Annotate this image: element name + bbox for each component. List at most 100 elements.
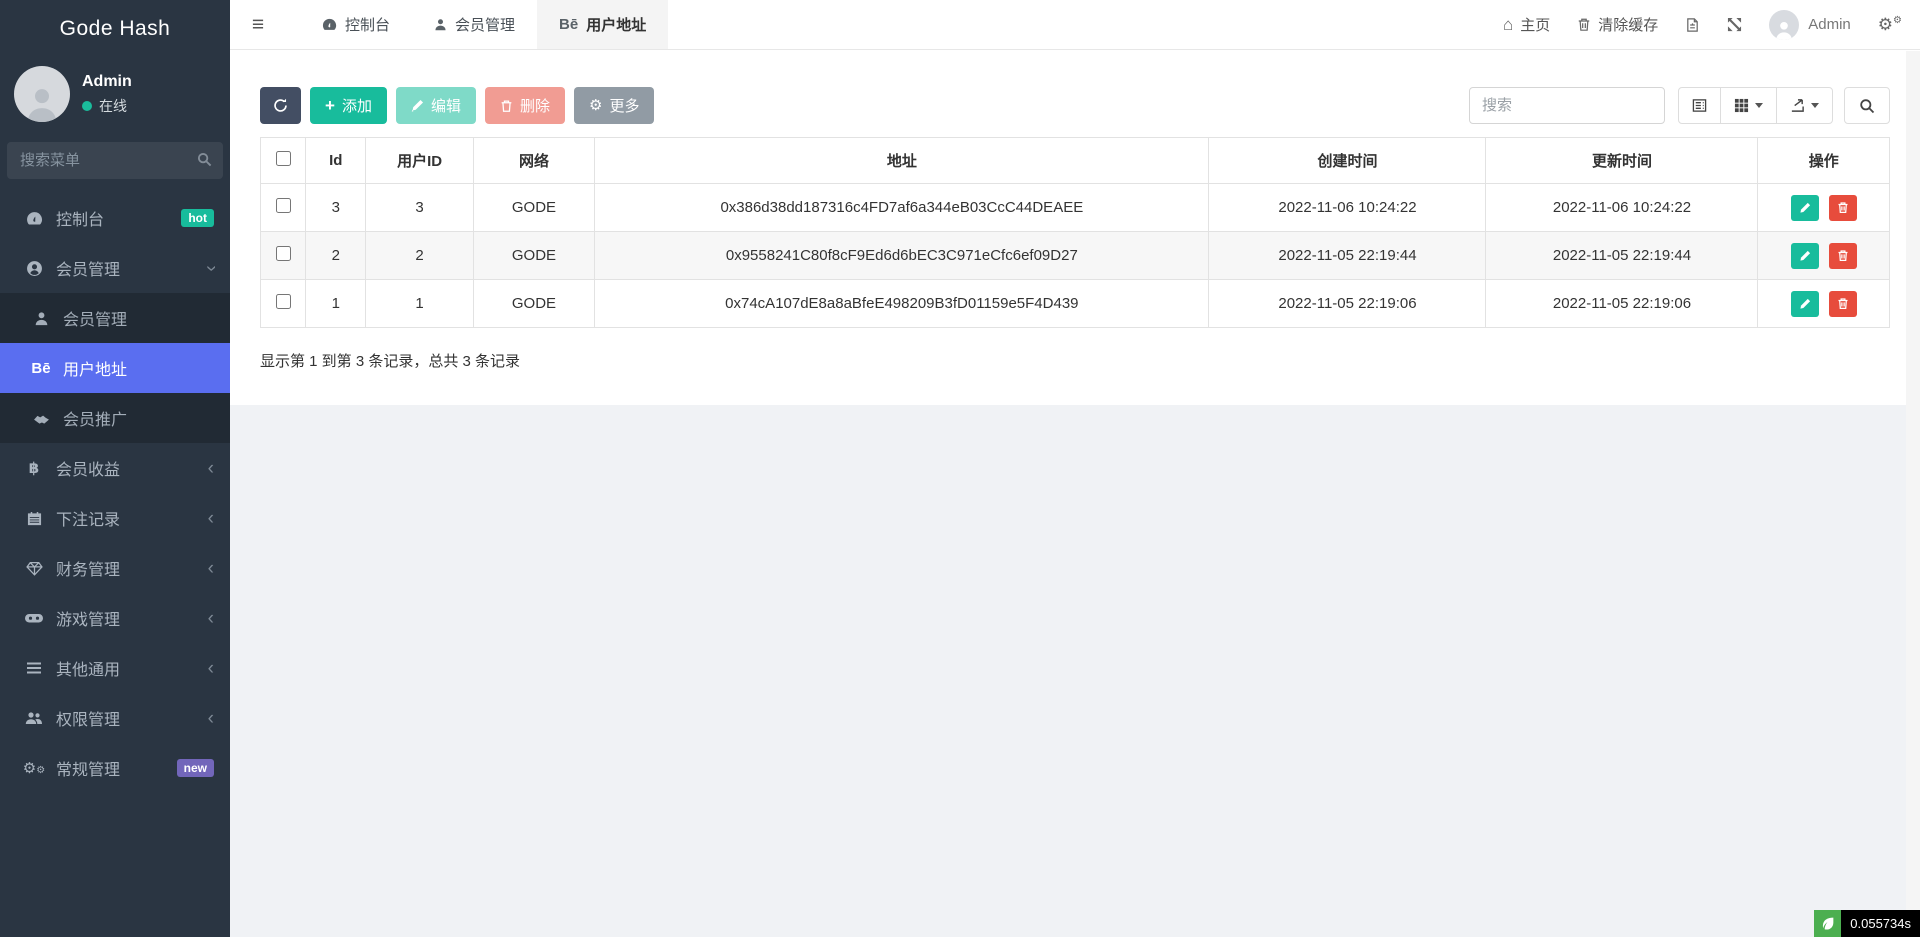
row-delete-button[interactable]: [1829, 243, 1857, 269]
sidebar-group-members[interactable]: 会员管理 ‹: [0, 243, 230, 293]
clear-cache-button[interactable]: 清除缓存: [1577, 14, 1658, 35]
row-checkbox[interactable]: [276, 198, 291, 213]
list-icon: [24, 660, 44, 676]
delete-button[interactable]: 删除: [485, 87, 565, 124]
table-row: 3 3 GODE 0x386d38dd187316c4FD7af6a344eB0…: [261, 184, 1890, 232]
trash-icon: [500, 99, 513, 113]
table-body: 3 3 GODE 0x386d38dd187316c4FD7af6a344eB0…: [261, 184, 1890, 328]
leaf-icon: [1814, 910, 1841, 937]
sidebar-item-finance[interactable]: 财务管理 ‹: [0, 543, 230, 593]
cogs-icon: ⚙⚙: [1878, 16, 1902, 33]
users-icon: [24, 710, 44, 726]
refresh-button[interactable]: [260, 87, 301, 124]
cell-network: GODE: [473, 280, 594, 328]
columns-button[interactable]: [1720, 87, 1777, 124]
sidebar-item-general-manage[interactable]: ⚙⚙ 常规管理 new: [0, 743, 230, 793]
tab-member-manage[interactable]: 会员管理: [412, 0, 537, 49]
sidebar-item-member-promo[interactable]: 会员推广: [0, 393, 230, 443]
scrollbar[interactable]: [1906, 51, 1920, 937]
new-badge: new: [177, 759, 214, 777]
chevron-down-icon: ‹: [201, 265, 220, 271]
user-menu[interactable]: Admin: [1769, 10, 1851, 40]
row-checkbox[interactable]: [276, 294, 291, 309]
row-edit-button[interactable]: [1791, 195, 1819, 221]
column-header-updated[interactable]: 更新时间: [1486, 138, 1758, 184]
settings-button[interactable]: ⚙⚙: [1878, 16, 1902, 33]
tab-user-address[interactable]: Bē 用户地址: [537, 0, 668, 49]
trash-icon: [1837, 297, 1849, 310]
home-link[interactable]: ⌂ 主页: [1503, 14, 1550, 35]
hot-badge: hot: [181, 209, 214, 227]
pencil-icon: [1799, 202, 1811, 214]
nav-tabs: 控制台 会员管理 Bē 用户地址: [300, 0, 668, 49]
row-delete-button[interactable]: [1829, 291, 1857, 317]
tab-dashboard[interactable]: 控制台: [300, 0, 412, 49]
more-button[interactable]: ⚙ 更多: [574, 87, 654, 124]
export-button[interactable]: [1776, 87, 1833, 124]
caret-down-icon: [1811, 103, 1819, 108]
column-header-user-id[interactable]: 用户ID: [366, 138, 473, 184]
sidebar-item-dashboard[interactable]: 控制台 hot: [0, 193, 230, 243]
data-table: Id 用户ID 网络 地址 创建时间 更新时间 操作 3 3 GODE: [260, 137, 1890, 328]
column-header-created[interactable]: 创建时间: [1209, 138, 1486, 184]
sidebar: Gode Hash Admin 在线 控制台 hot 会员管理 ‹: [0, 0, 230, 937]
pencil-icon: [1799, 298, 1811, 310]
column-header-id[interactable]: Id: [306, 138, 366, 184]
toolbar: + 添加 编辑 删除 ⚙ 更多: [260, 87, 1890, 124]
column-header-address[interactable]: 地址: [595, 138, 1209, 184]
home-icon: ⌂: [1503, 16, 1513, 33]
cell-created: 2022-11-06 10:24:22: [1209, 184, 1486, 232]
row-delete-button[interactable]: [1829, 195, 1857, 221]
trash-icon: [1837, 249, 1849, 262]
table-row: 1 1 GODE 0x74cA107dE8a8aBfeE498209B3fD01…: [261, 280, 1890, 328]
cell-actions: [1758, 280, 1890, 328]
row-edit-button[interactable]: [1791, 243, 1819, 269]
user-panel: Admin 在线: [0, 58, 230, 134]
sidebar-item-permissions[interactable]: 权限管理 ‹: [0, 693, 230, 743]
brand-title: Gode Hash: [0, 0, 230, 58]
row-checkbox[interactable]: [276, 246, 291, 261]
detail-view-button[interactable]: [1678, 87, 1721, 124]
topbar: ≡ 控制台 会员管理 Bē 用户地址 ⌂ 主页 清除缓存: [230, 0, 1920, 50]
language-icon: [1685, 17, 1700, 33]
menu-search-input[interactable]: [7, 142, 223, 179]
behance-icon: Bē: [559, 16, 578, 33]
select-all-checkbox[interactable]: [276, 151, 291, 166]
cell-id: 3: [306, 184, 366, 232]
user-circle-icon: [24, 260, 44, 277]
chevron-left-icon: ‹: [208, 659, 214, 678]
cell-updated: 2022-11-06 10:24:22: [1486, 184, 1758, 232]
chevron-left-icon: ‹: [208, 709, 214, 728]
main-area: ≡ 控制台 会员管理 Bē 用户地址 ⌂ 主页 清除缓存: [230, 0, 1920, 937]
sidebar-item-other-common[interactable]: 其他通用 ‹: [0, 643, 230, 693]
cell-user-id: 3: [366, 184, 473, 232]
sidebar-item-member-manage[interactable]: 会员管理: [0, 293, 230, 343]
chevron-left-icon: ‹: [208, 459, 214, 478]
sidebar-toggle-icon[interactable]: ≡: [230, 0, 286, 49]
debug-time-badge[interactable]: 0.055734s: [1814, 910, 1920, 937]
sidebar-item-member-income[interactable]: ฿ 会员收益 ‹: [0, 443, 230, 493]
edit-button[interactable]: 编辑: [396, 87, 476, 124]
search-submit-button[interactable]: [1844, 87, 1890, 124]
search-icon: [1859, 98, 1875, 114]
gem-icon: [24, 560, 44, 577]
cell-user-id: 1: [366, 280, 473, 328]
topbar-actions: ⌂ 主页 清除缓存 Admin ⚙⚙: [1503, 0, 1920, 49]
cogs-icon: ⚙⚙: [24, 761, 44, 776]
user-icon: [31, 311, 51, 326]
add-button[interactable]: + 添加: [310, 87, 387, 124]
sidebar-item-bet-records[interactable]: 下注记录 ‹: [0, 493, 230, 543]
column-header-network[interactable]: 网络: [473, 138, 594, 184]
sidebar-item-user-address[interactable]: Bē 用户地址: [0, 343, 230, 393]
sidebar-item-game-manage[interactable]: 游戏管理 ‹: [0, 593, 230, 643]
fullscreen-button[interactable]: [1727, 17, 1742, 32]
cell-address: 0x74cA107dE8a8aBfeE498209B3fD01159e5F4D4…: [595, 280, 1209, 328]
table-search-input[interactable]: [1469, 87, 1665, 124]
person-icon: [1773, 18, 1795, 40]
chevron-left-icon: ‹: [208, 609, 214, 628]
language-button[interactable]: [1685, 17, 1700, 33]
row-edit-button[interactable]: [1791, 291, 1819, 317]
chevron-left-icon: ‹: [208, 509, 214, 528]
user-status: 在线: [82, 96, 132, 116]
trash-icon: [1837, 201, 1849, 214]
